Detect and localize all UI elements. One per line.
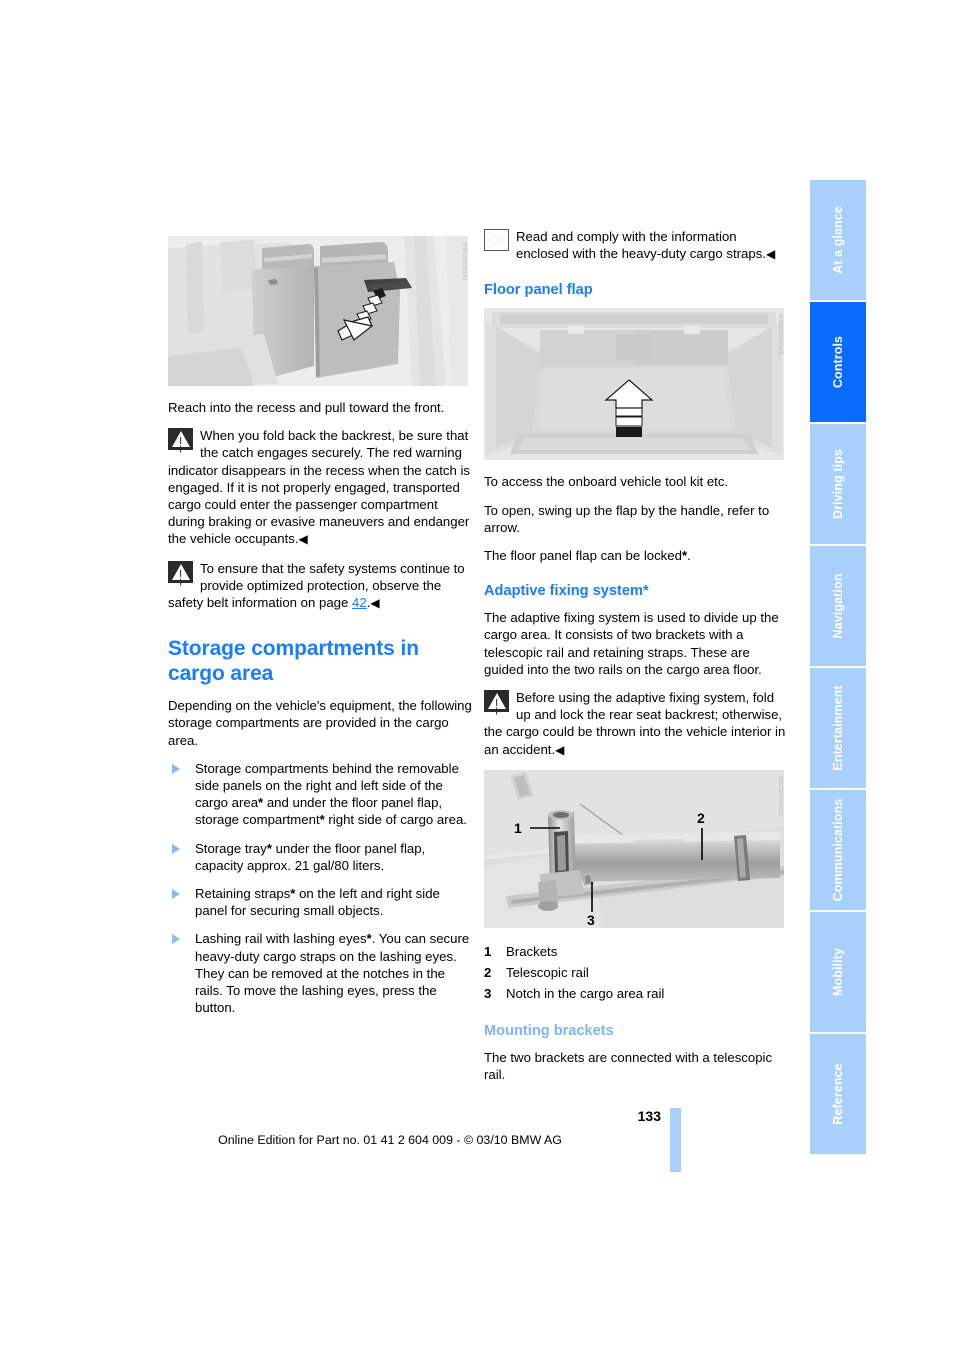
sidebar-item-entertainment[interactable]: Entertainment [810,668,866,788]
sidebar-item-communications[interactable]: Communications [810,790,866,910]
end-marker: ◀ [298,532,308,547]
floor-flap-paragraph-3: The floor panel flap can be locked*. [484,548,691,564]
sidebar-item-navigation[interactable]: Navigation [810,546,866,666]
tab-label: Driving tips [831,449,845,519]
figure-legend: 1 Brackets 2 Telescopic rail 3 Notch in … [484,941,790,1004]
list-item: Storage compartments behind the removabl… [168,760,474,829]
sidebar-item-at-a-glance[interactable]: At a glance [810,180,866,300]
end-marker: ◀ [765,247,776,262]
info-note-cargo-straps-text: Read and comply with the information enc… [516,229,766,262]
info-note-cargo-straps: Read and comply with the information enc… [484,228,790,263]
bullet-arrow-icon [172,763,180,774]
warning-note-backrest-text: When you fold back the backrest, be sure… [168,428,471,547]
legend-label: Brackets [506,943,558,959]
adaptive-fixing-paragraph-1: The adaptive fixing system is used to di… [484,610,779,677]
storage-compartment-list: Storage compartments behind the removabl… [168,760,474,1017]
list-item-text: Storage compartments behind the removabl… [195,760,467,828]
warning-note-adaptive-fixing: Before using the adaptive fixing system,… [484,689,790,759]
footer-imprint: Online Edition for Part no. 01 41 2 604 … [218,1133,562,1147]
figure-watermark: W5C03040005 [777,775,783,817]
legend-label: Telescopic rail [506,964,589,980]
tab-label: At a glance [831,206,845,274]
warning-triangle-icon [484,690,509,713]
figure-watermark: W5D03040005 [777,314,783,356]
warning-note-adaptive-fixing-text: Before using the adaptive fixing system,… [484,690,786,757]
page-title: Storage compartments in cargo area [168,637,419,686]
warning-triangle-icon [168,428,193,451]
svg-text:1: 1 [514,820,522,836]
legend-row: 1 Brackets [484,941,790,962]
bullet-arrow-icon [172,843,180,854]
end-marker: ◀ [370,596,380,611]
end-marker: ◀ [555,742,565,757]
triangle-info-icon [484,229,509,251]
tab-label: Navigation [831,573,845,639]
floor-flap-paragraph-2: To open, swing up the flap by the handle… [484,502,770,535]
warning-triangle-icon [168,560,193,583]
left-column: W5ND0D0101 Reach into the recess and pul… [168,236,474,1027]
page-reference-link[interactable]: 42 [352,595,367,610]
manual-page: W5ND0D0101 Reach into the recess and pul… [0,0,954,1350]
tab-label: Entertainment [831,685,845,771]
list-item: Lashing rail with lashing eyes*. You can… [168,930,474,1016]
page-number: 133 [637,1108,661,1124]
bullet-arrow-icon [172,934,180,945]
tab-label: Controls [831,335,845,389]
figure-adaptive-fixing-brackets: 1 2 3 W5C03040005 [484,769,784,928]
sidebar-item-controls[interactable]: Controls [810,302,866,422]
legend-label: Notch in the cargo area rail [506,985,665,1001]
list-item: Retaining straps* on the left and right … [168,885,474,919]
legend-number: 1 [484,943,492,959]
brackets-illustration: 1 2 3 [484,769,784,928]
list-item: Storage tray* under the floor panel flap… [168,840,474,874]
bullet-arrow-icon [172,889,180,900]
floor-flap-paragraph-1: To access the onboard vehicle tool kit e… [484,474,729,490]
tab-label: Communications [831,798,845,902]
left-intro-paragraph: Reach into the recess and pull toward th… [168,400,445,415]
figure-floor-panel-flap: W5D03040005 [484,308,784,461]
heading-adaptive-fixing-system: Adaptive fixing system* [484,583,649,600]
svg-text:3: 3 [587,912,595,928]
tab-label: Mobility [831,947,845,997]
section-intro-paragraph: Depending on the vehicle's equipment, th… [168,698,472,748]
tab-label: Reference [831,1063,845,1125]
footer-accent-bar [670,1108,681,1172]
heading-mounting-brackets: Mounting brackets [484,1022,614,1039]
warning-note-safety-belt: To ensure that the safety systems contin… [168,560,474,613]
right-column: Read and comply with the information enc… [484,228,790,1094]
section-tab-rail: At a glance Controls Driving tips Naviga… [810,180,866,1156]
mounting-brackets-paragraph: The two brackets are connected with a te… [484,1049,773,1083]
sidebar-item-mobility[interactable]: Mobility [810,912,866,1032]
legend-row: 3 Notch in the cargo area rail [484,983,790,1004]
list-item-text: Lashing rail with lashing eyes*. You can… [195,931,470,1016]
rear-seat-illustration [168,236,468,386]
list-item-text: Retaining straps* on the left and right … [195,886,440,919]
legend-row: 2 Telescopic rail [484,962,790,983]
svg-text:2: 2 [697,810,705,826]
figure-rear-seat: W5ND0D0101 [168,236,468,386]
warning-note-safety-belt-text: To ensure that the safety systems contin… [168,560,465,611]
heading-floor-panel-flap: Floor panel flap [484,282,593,299]
legend-number: 2 [484,964,492,980]
warning-note-backrest: When you fold back the backrest, be sure… [168,427,474,548]
cargo-area-illustration [484,308,784,461]
legend-number: 3 [484,985,492,1001]
sidebar-item-driving-tips[interactable]: Driving tips [810,424,866,544]
list-item-text: Storage tray* under the floor panel flap… [195,840,426,873]
figure-watermark: W5ND0D0101 [461,242,467,282]
